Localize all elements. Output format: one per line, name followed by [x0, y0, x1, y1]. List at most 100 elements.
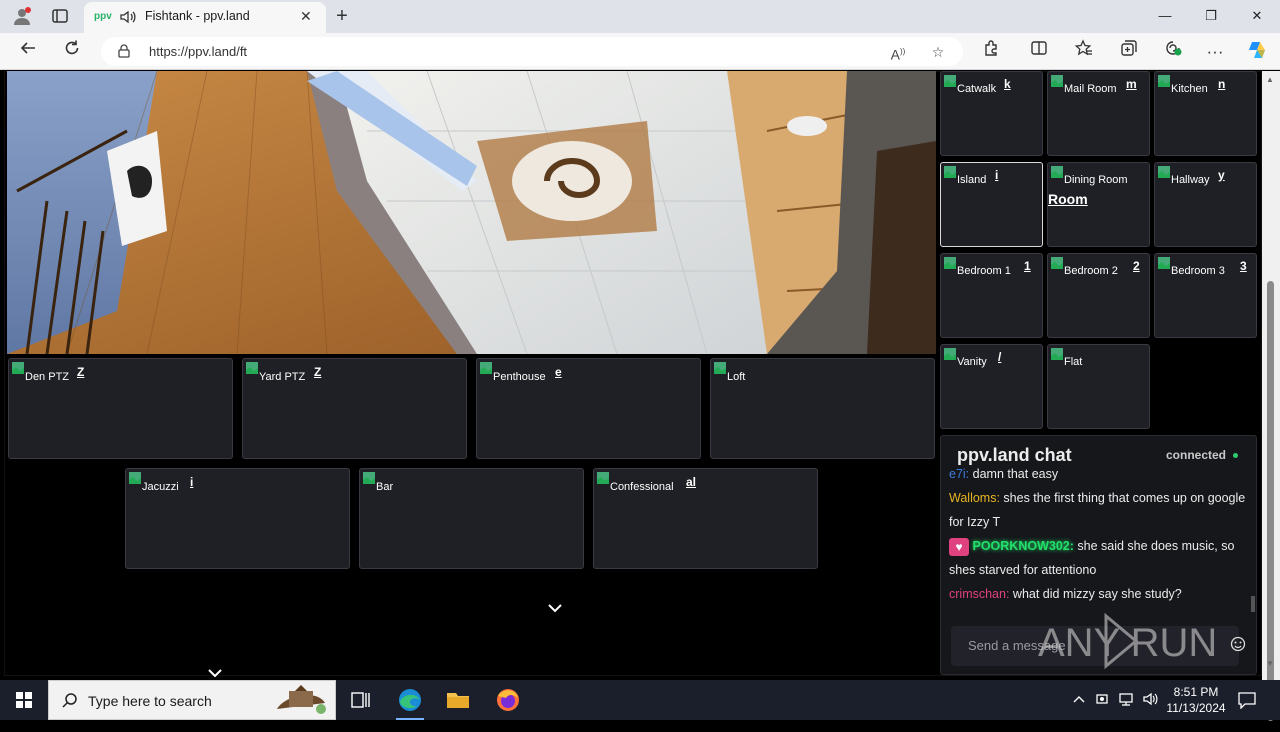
- task-view-icon[interactable]: [336, 680, 384, 720]
- collections-icon[interactable]: [1116, 39, 1142, 65]
- broken-image-icon: [1050, 165, 1064, 179]
- more-options-icon[interactable]: ···: [1202, 39, 1228, 65]
- broken-image-icon: [128, 471, 142, 485]
- chat-title: ppv.land chat: [957, 445, 1072, 465]
- maximize-button[interactable]: ❐: [1188, 0, 1234, 32]
- camera-tile-kitchen[interactable]: Kitchen n: [1154, 71, 1257, 156]
- camera-hotkey: y: [1218, 168, 1225, 182]
- page-scrollbar[interactable]: ▲ ▼: [1262, 71, 1280, 721]
- chat-username[interactable]: Walloms:: [949, 491, 1000, 505]
- copilot-icon[interactable]: [1244, 39, 1270, 65]
- camera-hotkey: 2: [1133, 259, 1140, 273]
- broken-image-icon: [713, 361, 727, 375]
- minimize-button[interactable]: —: [1142, 0, 1188, 32]
- camera-tile-dining-room[interactable]: Dining Room Room: [1047, 162, 1150, 247]
- chat-message: e7i: damn that easy: [949, 468, 1249, 486]
- favorite-star-icon[interactable]: ☆: [927, 41, 949, 63]
- browser-essentials-icon[interactable]: [1160, 39, 1186, 65]
- camera-tile-mail-room[interactable]: Mail Room m: [1047, 71, 1150, 156]
- url-text[interactable]: https://ppv.land/ft: [149, 44, 247, 59]
- notifications-icon[interactable]: [1236, 691, 1258, 731]
- camera-tile-penthouse[interactable]: Penthouse e: [476, 358, 701, 459]
- chat-text: damn that easy: [972, 468, 1059, 481]
- camera-tile-confessional[interactable]: Confessional al: [593, 468, 818, 569]
- camera-tile-den-ptz[interactable]: Den PTZ Z: [8, 358, 233, 459]
- taskbar-clock[interactable]: 8:51 PM 11/13/2024: [1166, 684, 1226, 716]
- camera-tile-vanity[interactable]: Vanity /: [940, 344, 1043, 429]
- edge-taskbar-icon[interactable]: [386, 680, 434, 720]
- camera-tile-yard-ptz[interactable]: Yard PTZ Z: [242, 358, 467, 459]
- camera-label: Penthouse: [493, 371, 546, 383]
- camera-tile-bedroom-2[interactable]: Bedroom 2 2: [1047, 253, 1150, 338]
- split-screen-icon[interactable]: [1026, 39, 1052, 65]
- heart-badge-icon: ♥: [949, 537, 969, 556]
- tab-actions-icon[interactable]: [48, 4, 72, 28]
- tab-title: Fishtank - ppv.land: [145, 9, 250, 23]
- broken-image-icon: [943, 347, 957, 361]
- active-tab[interactable]: ppv Fishtank - ppv.land ✕: [84, 2, 326, 33]
- main-camera-feed[interactable]: [7, 71, 936, 354]
- address-bar[interactable]: https://ppv.land/ft A)) ☆: [101, 37, 963, 66]
- close-window-button[interactable]: ✕: [1234, 0, 1280, 32]
- scroll-up-icon[interactable]: ▲: [1266, 75, 1274, 84]
- camera-tile-jacuzzi[interactable]: Jacuzzi i: [125, 468, 350, 569]
- camera-label: Island: [957, 174, 987, 186]
- camera-tile-bedroom-1[interactable]: Bedroom 1 1: [940, 253, 1043, 338]
- camera-hotkey: k: [1004, 77, 1011, 91]
- camera-label: Confessional: [610, 481, 674, 493]
- chat-scrollbar[interactable]: [1251, 596, 1255, 612]
- chat-message: crimschan: what did mizzy say she study?: [949, 582, 1249, 606]
- browser-tab-bar: ppv Fishtank - ppv.land ✕ + — ❐ ✕: [0, 0, 1280, 33]
- close-tab-icon[interactable]: ✕: [300, 8, 312, 25]
- camera-tile-bar[interactable]: Bar: [359, 468, 584, 569]
- camera-label: Bar: [376, 481, 394, 493]
- speaker-icon[interactable]: [119, 8, 137, 26]
- profile-icon[interactable]: [10, 4, 34, 28]
- extensions-icon[interactable]: [978, 39, 1004, 65]
- tray-overflow-icon[interactable]: [1070, 692, 1088, 732]
- clock-time: 8:51 PM: [1173, 685, 1219, 699]
- chevron-down-icon[interactable]: [547, 600, 563, 613]
- search-highlight-icon: [269, 683, 333, 722]
- chat-message: ♥ POORKNOW302: she said she does music, …: [949, 534, 1249, 582]
- refresh-icon[interactable]: [59, 39, 85, 65]
- camera-label: Den PTZ: [25, 371, 70, 383]
- lock-icon[interactable]: [118, 44, 130, 58]
- camera-hotkey: i: [995, 168, 999, 182]
- volume-icon[interactable]: [1141, 691, 1161, 731]
- camera-tile-bedroom-3[interactable]: Bedroom 3 3: [1154, 253, 1257, 338]
- new-tab-button[interactable]: +: [330, 3, 354, 29]
- back-icon[interactable]: [15, 39, 41, 65]
- chat-username[interactable]: crimschan:: [949, 587, 1009, 601]
- clock-date: 11/13/2024: [1166, 701, 1226, 715]
- favorites-icon[interactable]: [1071, 39, 1097, 65]
- broken-image-icon: [943, 74, 957, 88]
- broken-image-icon: [11, 361, 25, 375]
- camera-tile-flat[interactable]: Flat: [1047, 344, 1150, 429]
- broken-image-icon: [1050, 256, 1064, 270]
- start-button[interactable]: [0, 680, 48, 720]
- camera-label: Yard PTZ: [259, 371, 306, 383]
- file-explorer-icon[interactable]: [434, 680, 482, 720]
- windows-taskbar: Type here to search 8:51 PM 11/13/2024: [0, 680, 1280, 720]
- camera-hotkey: e: [555, 365, 562, 379]
- scrollbar-thumb[interactable]: [1267, 281, 1274, 721]
- camera-hotkey: Room: [1048, 191, 1088, 207]
- broken-image-icon: [1050, 74, 1064, 88]
- chat-username[interactable]: e7i:: [949, 468, 969, 481]
- chat-username[interactable]: POORKNOW302:: [972, 539, 1073, 553]
- camera-tile-island[interactable]: Island i: [940, 162, 1043, 247]
- camera-tile-hallway[interactable]: Hallway y: [1154, 162, 1257, 247]
- anyrun-watermark: ANY RUN: [1038, 610, 1238, 672]
- firefox-icon[interactable]: [484, 680, 532, 720]
- camera-tile-catwalk[interactable]: Catwalk k: [940, 71, 1043, 156]
- camera-hotkey: al: [686, 475, 697, 489]
- broken-image-icon: [943, 256, 957, 270]
- scroll-down-icon[interactable]: ▼: [1266, 659, 1274, 668]
- camera-tray-icon[interactable]: [1094, 691, 1112, 731]
- chevron-down-icon[interactable]: [207, 665, 223, 678]
- taskbar-search-box[interactable]: Type here to search: [48, 680, 336, 720]
- read-aloud-icon[interactable]: A)): [887, 41, 909, 63]
- camera-tile-loft[interactable]: Loft: [710, 358, 935, 459]
- network-icon[interactable]: [1117, 691, 1137, 731]
